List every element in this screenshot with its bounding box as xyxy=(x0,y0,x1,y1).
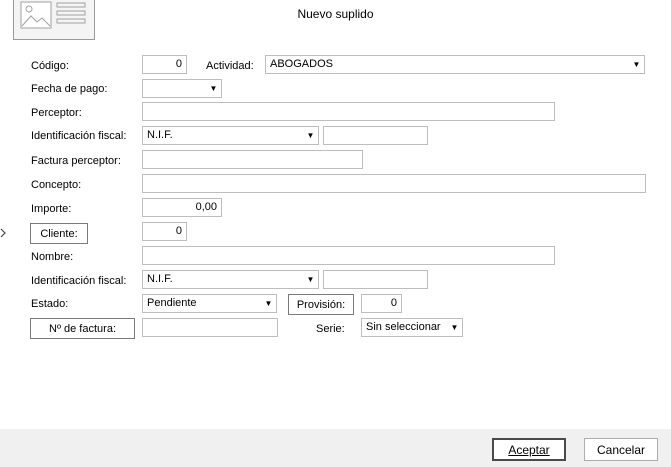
codigo-field[interactable]: 0 xyxy=(142,55,187,74)
accept-button-label: Aceptar xyxy=(508,442,550,457)
actividad-select[interactable]: ABOGADOS ▼ xyxy=(265,55,645,74)
estado-select[interactable]: Pendiente ▼ xyxy=(142,294,277,313)
chevron-down-icon[interactable]: ▼ xyxy=(303,127,318,144)
provision-field[interactable]: 0 xyxy=(361,294,402,313)
factura-perceptor-field[interactable] xyxy=(142,150,363,169)
accept-button[interactable]: Aceptar xyxy=(492,438,566,461)
serie-select[interactable]: Sin seleccionar ▼ xyxy=(361,318,463,337)
actividad-label: Actividad: xyxy=(206,60,254,72)
actividad-value: ABOGADOS xyxy=(270,58,333,70)
cancel-button[interactable]: Cancelar xyxy=(584,438,658,461)
chevron-down-icon[interactable]: ▼ xyxy=(447,319,462,336)
identificacion-type-perceptor-value: N.I.F. xyxy=(147,129,173,141)
concepto-field[interactable] xyxy=(142,174,646,193)
importe-label: Importe: xyxy=(31,203,72,215)
fecha-pago-picker[interactable]: ▼ xyxy=(142,79,222,98)
perceptor-label: Perceptor: xyxy=(31,107,82,119)
dialog-footer: Aceptar Cancelar xyxy=(0,429,671,467)
identificacion-type-cliente-value: N.I.F. xyxy=(147,273,173,285)
chevron-down-icon[interactable]: ▼ xyxy=(629,56,644,73)
chevron-down-icon[interactable]: ▼ xyxy=(206,80,221,97)
identificacion-type-perceptor-select[interactable]: N.I.F. ▼ xyxy=(142,126,319,145)
estado-value: Pendiente xyxy=(147,297,197,309)
chevron-right-icon xyxy=(0,228,6,238)
identificacion-fiscal-cliente-label: Identificación fiscal: xyxy=(31,275,127,287)
concepto-label: Concepto: xyxy=(31,179,82,191)
fecha-pago-label: Fecha de pago: xyxy=(31,83,108,95)
estado-label: Estado: xyxy=(31,298,69,310)
n-factura-field[interactable] xyxy=(142,318,278,337)
chevron-down-icon[interactable]: ▼ xyxy=(261,295,276,312)
chevron-down-icon[interactable]: ▼ xyxy=(303,271,318,288)
identificacion-fiscal-cliente-field[interactable] xyxy=(323,270,428,289)
serie-value: Sin seleccionar xyxy=(366,321,441,333)
factura-perceptor-label: Factura perceptor: xyxy=(31,155,121,167)
nombre-label: Nombre: xyxy=(31,251,74,263)
identificacion-fiscal-perceptor-label: Identificación fiscal: xyxy=(31,130,127,142)
importe-field[interactable]: 0,00 xyxy=(142,198,222,217)
codigo-label: Código: xyxy=(31,60,69,72)
cliente-field[interactable]: 0 xyxy=(142,222,187,241)
cancel-button-label: Cancelar xyxy=(596,442,646,457)
provision-button[interactable]: Provisión: xyxy=(288,294,354,315)
cliente-button[interactable]: Cliente: xyxy=(30,223,88,244)
window-title: Nuevo suplido xyxy=(297,7,374,21)
identificacion-type-cliente-select[interactable]: N.I.F. ▼ xyxy=(142,270,319,289)
serie-label: Serie: xyxy=(316,323,345,335)
perceptor-field[interactable] xyxy=(142,102,555,121)
nombre-field[interactable] xyxy=(142,246,555,265)
n-factura-button[interactable]: Nº de factura: xyxy=(30,318,135,339)
identificacion-fiscal-perceptor-field[interactable] xyxy=(323,126,428,145)
